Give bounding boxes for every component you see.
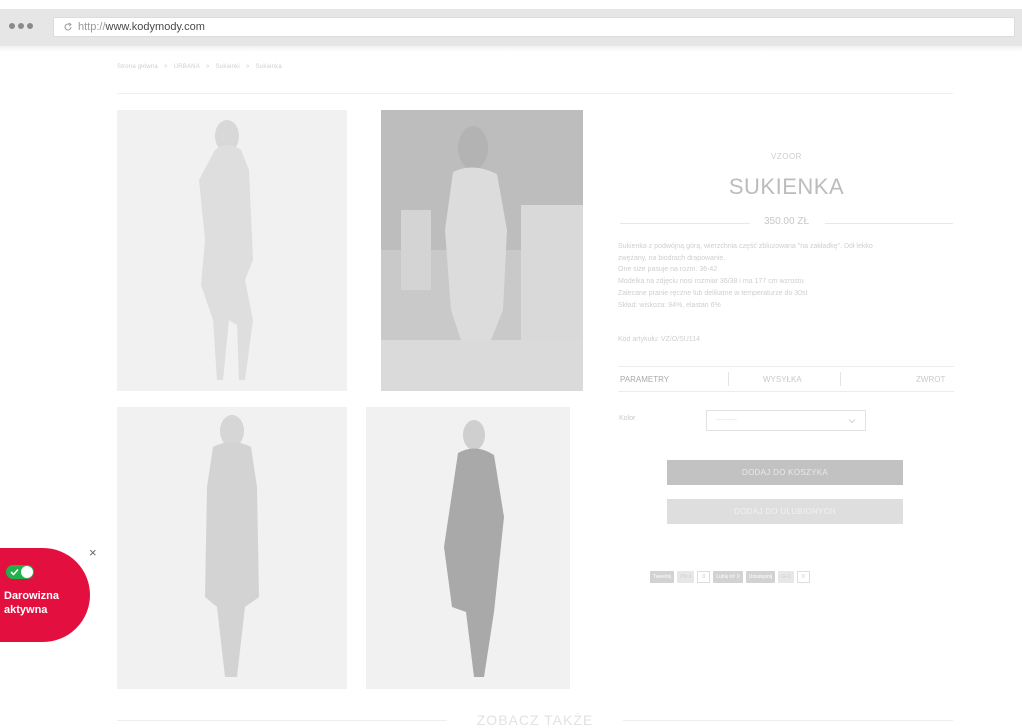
product-photo-outdoor[interactable] [381, 110, 583, 391]
description-line: Modelka na zdjęciu nosi rozmiar 36/38 i … [618, 278, 804, 286]
toggle-knob [21, 566, 33, 578]
color-select-value: --------- [716, 417, 737, 424]
check-icon [10, 568, 19, 576]
pinterest-button[interactable]: Pin it [677, 570, 695, 583]
facebook-share-button[interactable]: Udostępnij [745, 570, 776, 583]
product-brand[interactable]: VZOOR [620, 152, 953, 161]
breadcrumb-brand[interactable]: URBANA [174, 64, 200, 70]
price-row: 350.00 ZŁ [620, 216, 953, 230]
breadcrumb-separator: > [205, 64, 210, 70]
window-controls[interactable] [9, 23, 33, 29]
description-line: Sukienka z podwójną górą, wierzchnia czę… [618, 243, 873, 250]
facebook-like-button[interactable]: Lubię to! 0 [713, 570, 743, 583]
chevron-down-icon [848, 419, 856, 424]
breadcrumb-separator: > [163, 64, 168, 70]
see-also-heading: ZOBACZ TAKŻE [117, 712, 953, 728]
add-to-favorites-button[interactable]: DODAJ DO ULUBIONYCH [667, 499, 903, 524]
description-line: One size pasuje na rozm. 36-42 [618, 266, 718, 274]
pinterest-count: 0 [697, 570, 711, 583]
see-also-section: ZOBACZ TAKŻE [117, 712, 953, 728]
tab-returns[interactable]: ZWROT [916, 375, 945, 384]
donation-widget[interactable]: Darowizna aktywna [0, 548, 90, 642]
color-select[interactable]: --------- [706, 410, 866, 431]
url-host: www.kodymody.com [105, 21, 205, 33]
social-share-bar: Tweetnij Pin it 0 Lubię to! 0 Udostępnij… [650, 570, 810, 583]
product-description: Sukienka z podwójną górą, wierzchnia czę… [618, 241, 956, 311]
product-price: 350.00 ZŁ [620, 216, 953, 227]
breadcrumb-separator: > [245, 64, 250, 70]
tab-divider [728, 372, 729, 386]
breadcrumb-home[interactable]: Strona główna [117, 64, 158, 70]
reload-icon[interactable] [63, 22, 73, 32]
product-sku: Kod artykułu: VZ/O/SU114 [618, 336, 700, 343]
breadcrumb: Strona główna > URBANA > Sukienki > Sukienka [117, 64, 288, 70]
tab-shipping[interactable]: WYSYŁKA [763, 375, 802, 384]
description-line: Zalecane pranie ręczne lub delikatne w t… [618, 289, 808, 297]
window-dot-icon[interactable] [9, 23, 15, 29]
description-line: Skład: wiskoza: 94%, elastan 6% [618, 301, 721, 309]
add-to-cart-button[interactable]: DODAJ DO KOSZYKA [667, 460, 903, 485]
donation-status: Darowizna aktywna [4, 589, 59, 617]
tweet-button[interactable]: Tweetnij [650, 570, 675, 583]
product-photo-front[interactable] [117, 110, 347, 391]
tab-divider [840, 372, 841, 386]
color-label: Kolor [619, 415, 636, 422]
chrome-shadow [0, 46, 1022, 52]
url-protocol: http:// [78, 21, 106, 33]
product-photo-pose[interactable] [117, 407, 347, 689]
tab-parameters[interactable]: PARAMETRY [620, 375, 669, 384]
product-title: SUKIENKA [728, 174, 845, 199]
product-photo-back[interactable] [366, 407, 570, 689]
chrome-top-strip [0, 0, 1022, 9]
description-line: zwężany, na biodrach drapowanie. [618, 254, 726, 262]
breadcrumb-current: Sukienka [255, 64, 282, 70]
window-dot-icon[interactable] [18, 23, 24, 29]
header-divider [117, 93, 953, 94]
product-tabs: PARAMETRY WYSYŁKA ZWROT [618, 366, 954, 392]
breadcrumb-category[interactable]: Sukienki [216, 64, 240, 70]
window-dot-icon[interactable] [27, 23, 33, 29]
donation-line-2: aktywna [4, 604, 48, 616]
close-icon[interactable]: × [89, 545, 97, 560]
donation-line-1: Darowizna [4, 590, 60, 602]
google-plus-button[interactable]: G+1 [778, 570, 794, 583]
donation-toggle[interactable] [6, 565, 34, 579]
google-plus-count: 0 [796, 570, 810, 583]
browser-chrome: http://www.kodymody.com [0, 0, 1022, 46]
address-bar[interactable]: http://www.kodymody.com [53, 17, 1015, 37]
